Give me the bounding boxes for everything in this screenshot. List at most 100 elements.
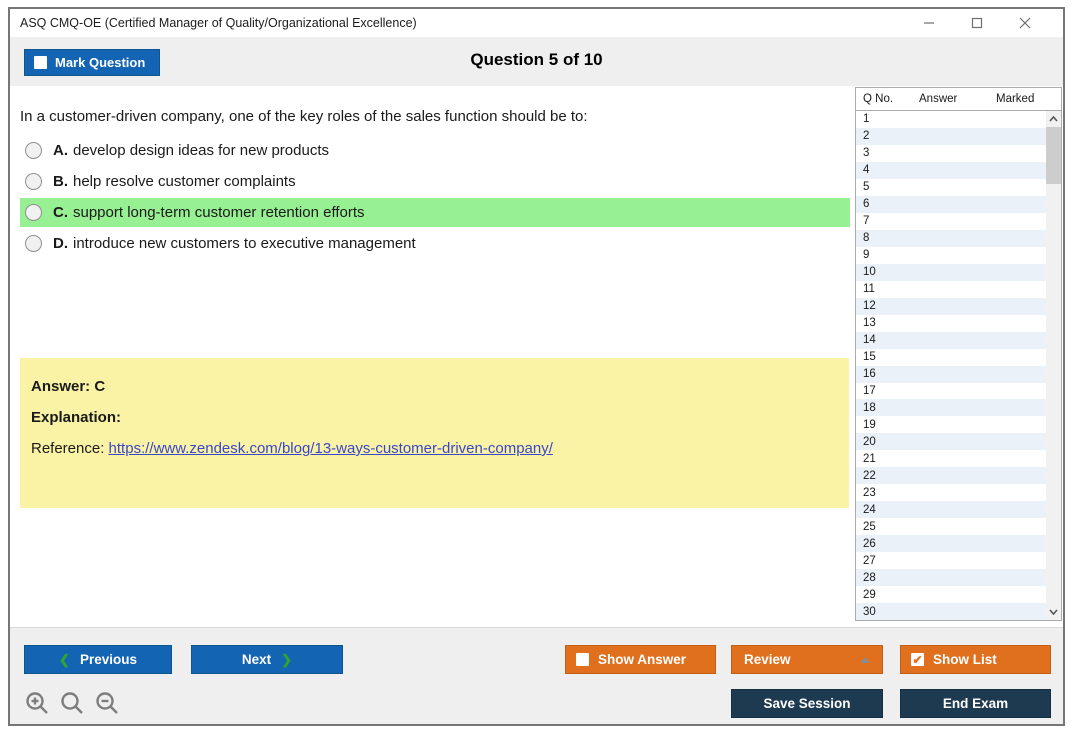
question-list-scrollbar[interactable] [1046,111,1061,620]
option-C[interactable]: C. support long-term customer retention e… [20,198,850,227]
caret-up-icon [860,657,870,663]
window-controls [905,9,1049,37]
answer-explanation-panel: Answer: C Explanation: Reference: https:… [20,358,849,508]
question-list-row-8[interactable]: 8 [856,229,1046,247]
question-list-row-21[interactable]: 21 [856,450,1046,467]
end-exam-button[interactable]: End Exam [900,689,1051,718]
question-list-row-24[interactable]: 24 [856,501,1046,519]
minimize-icon [924,22,934,24]
radio-button[interactable] [25,235,42,252]
previous-button[interactable]: ❮ Previous [24,645,172,674]
radio-button[interactable] [25,204,42,221]
scroll-down-button[interactable] [1046,604,1061,620]
app-window: ASQ CMQ-OE (Certified Manager of Quality… [8,7,1065,726]
column-header-qno: Q No. [863,93,894,105]
question-list-row-27[interactable]: 27 [856,552,1046,569]
row-q-number: 17 [863,384,876,397]
zoom-out-icon [96,692,118,714]
next-button[interactable]: Next ❯ [191,645,343,674]
row-q-number: 30 [863,605,876,618]
minimize-button[interactable] [905,9,953,37]
option-D[interactable]: D. introduce new customers to executive m… [20,229,850,258]
question-list-row-29[interactable]: 29 [856,586,1046,603]
chevron-right-icon: ❯ [281,651,293,667]
question-rows: 1 2 3 4 5 6 7 8 9 10 11 12 13 14 15 16 17 18 19 20 21 22 23 24 2… [856,111,1046,621]
scrollbar-thumb[interactable] [1046,127,1061,184]
row-q-number: 10 [863,266,876,279]
question-list-header: Q No. Answer Marked [856,88,1061,111]
radio-button[interactable] [25,173,42,190]
row-q-number: 6 [863,198,870,211]
scroll-up-button[interactable] [1046,111,1061,127]
question-list-row-25[interactable]: 25 [856,518,1046,535]
question-list-row-7[interactable]: 7 [856,213,1046,230]
row-q-number: 11 [863,283,875,296]
row-q-number: 22 [863,469,876,482]
save-session-label: Save Session [763,696,851,711]
zoom-reset-button[interactable] [59,690,85,721]
question-list-row-22[interactable]: 22 [856,467,1046,485]
column-header-answer: Answer [919,93,958,105]
option-text: introduce new customers to executive man… [73,235,416,252]
question-list-row-18[interactable]: 18 [856,399,1046,417]
question-list-row-30[interactable]: 30 [856,603,1046,621]
row-q-number: 2 [863,130,870,143]
show-list-button[interactable]: ✔ Show List [900,645,1051,674]
option-B[interactable]: B. help resolve customer complaints [20,167,850,196]
zoom-toolbar [24,690,120,721]
option-A[interactable]: A. develop design ideas for new products [20,136,850,165]
question-list-row-15[interactable]: 15 [856,349,1046,366]
question-list-row-9[interactable]: 9 [856,247,1046,264]
show-list-checkbox[interactable]: ✔ [911,653,924,666]
option-text: support long-term customer retention eff… [73,204,365,221]
question-list-row-5[interactable]: 5 [856,179,1046,196]
question-list-row-11[interactable]: 11 [856,281,1046,298]
question-list-row-2[interactable]: 2 [856,127,1046,145]
show-answer-label: Show Answer [598,652,687,667]
question-list-row-12[interactable]: 12 [856,297,1046,315]
option-letter: A. [53,142,68,159]
options-list: A. develop design ideas for new products B… [20,136,850,260]
row-q-number: 7 [863,215,870,228]
zoom-in-button[interactable] [24,690,50,721]
reference-link[interactable]: https://www.zendesk.com/blog/13-ways-cus… [109,440,553,457]
question-list-row-23[interactable]: 23 [856,484,1046,501]
row-q-number: 25 [863,520,876,533]
close-icon [1019,17,1031,29]
zoom-out-button[interactable] [94,690,120,721]
question-list-row-3[interactable]: 3 [856,145,1046,162]
question-list-row-13[interactable]: 13 [856,315,1046,332]
explanation-label: Explanation: [31,409,122,426]
maximize-button[interactable] [953,9,1001,37]
question-list-row-20[interactable]: 20 [856,433,1046,451]
question-list-row-4[interactable]: 4 [856,161,1046,179]
review-button[interactable]: Review [731,645,883,674]
question-list-row-14[interactable]: 14 [856,331,1046,349]
question-list-panel: Q No. Answer Marked 1 2 3 4 5 6 7 8 9 10 11 12 13 14 1… [855,87,1062,621]
question-list-row-1[interactable]: 1 [856,111,1046,128]
radio-button[interactable] [25,142,42,159]
header-bar: ✔ Mark Question Question 5 of 10 [10,37,1063,86]
question-list-row-17[interactable]: 17 [856,383,1046,400]
row-q-number: 19 [863,418,876,431]
chevron-up-icon [1049,116,1058,122]
option-letter: B. [53,173,68,190]
maximize-icon [971,17,983,29]
question-list-row-19[interactable]: 19 [856,416,1046,433]
question-text: In a customer-driven company, one of the… [20,108,588,125]
option-text: develop design ideas for new products [73,142,329,159]
question-list-row-28[interactable]: 28 [856,569,1046,587]
chevron-down-icon [1049,609,1058,615]
show-answer-checkbox[interactable]: ✔ [576,653,589,666]
review-label: Review [744,652,791,667]
row-q-number: 20 [863,435,876,448]
question-list-row-16[interactable]: 16 [856,365,1046,383]
save-session-button[interactable]: Save Session [731,689,883,718]
question-list-row-26[interactable]: 26 [856,535,1046,553]
row-q-number: 9 [863,249,870,262]
close-button[interactable] [1001,9,1049,37]
question-list-row-10[interactable]: 10 [856,263,1046,281]
row-q-number: 12 [863,300,876,313]
question-list-row-6[interactable]: 6 [856,195,1046,213]
show-answer-button[interactable]: ✔ Show Answer [565,645,716,674]
